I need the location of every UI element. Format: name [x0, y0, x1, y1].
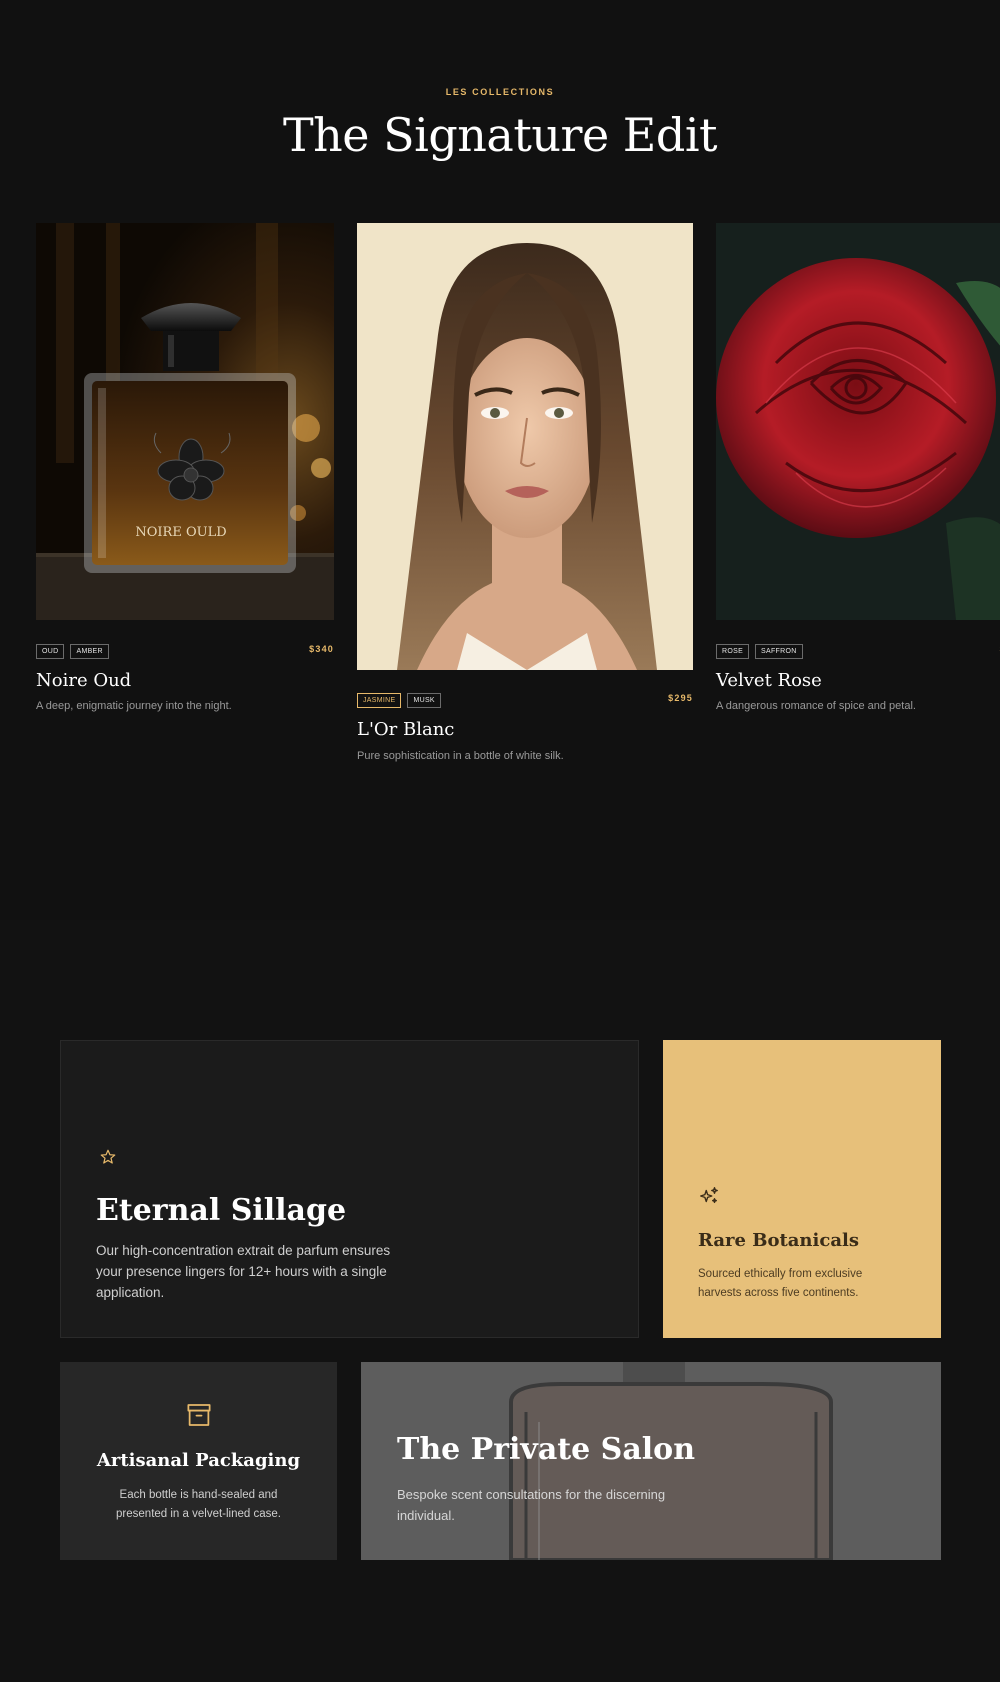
tag[interactable]: SAFFRON — [755, 644, 803, 659]
product-description: Pure sophistication in a bottle of white… — [357, 750, 564, 762]
archive-box-icon — [184, 1400, 214, 1435]
bottle-label: NOIRE OULD — [135, 525, 226, 540]
product-image-lor-blanc[interactable] — [357, 223, 693, 670]
star-icon — [99, 1148, 117, 1171]
product-name[interactable]: Velvet Rose — [716, 670, 822, 691]
product-tags: ROSE SAFFRON — [716, 644, 803, 659]
feature-card-sillage: Eternal Sillage Our high-concentration e… — [60, 1040, 639, 1338]
feature-title: Artisanal Packaging — [96, 1450, 301, 1471]
feature-card-salon[interactable]: The Private Salon Bespoke scent consulta… — [361, 1362, 941, 1560]
tag[interactable]: MUSK — [407, 693, 441, 708]
feature-title: Eternal Sillage — [96, 1193, 347, 1228]
section-eyebrow: LES COLLECTIONS — [445, 87, 555, 97]
product-tags: JASMINE MUSK — [357, 693, 441, 708]
product-price: $340 — [309, 644, 334, 654]
product-description: A dangerous romance of spice and petal. — [716, 700, 916, 712]
feature-card-packaging: Artisanal Packaging Each bottle is hand-… — [60, 1362, 337, 1560]
tag[interactable]: OUD — [36, 644, 65, 659]
product-description: A deep, enigmatic journey into the night… — [36, 700, 232, 712]
tag[interactable]: AMBER — [70, 644, 109, 659]
product-image-noire-oud[interactable]: NOIRE OULD — [36, 223, 334, 620]
feature-title: Rare Botanicals — [698, 1230, 859, 1251]
feature-text: Each bottle is hand-sealed and presented… — [116, 1489, 281, 1520]
feature-text: Sourced ethically from exclusive harvest… — [698, 1268, 863, 1299]
tag[interactable]: JASMINE — [357, 693, 402, 708]
feature-text: Our high-concentration extrait de parfum… — [96, 1243, 391, 1300]
feature-title: The Private Salon — [397, 1432, 696, 1467]
sparkles-icon — [698, 1185, 720, 1212]
section-title: The Signature Edit — [282, 108, 718, 162]
product-name[interactable]: Noire Oud — [36, 670, 131, 691]
product-price: $295 — [668, 693, 693, 703]
product-name[interactable]: L'Or Blanc — [357, 719, 454, 740]
feature-text: Bespoke scent consultations for the disc… — [397, 1487, 666, 1523]
product-tags: OUD AMBER — [36, 644, 109, 659]
feature-card-botanicals: Rare Botanicals Sourced ethically from e… — [663, 1040, 941, 1338]
product-image-velvet-rose[interactable] — [716, 223, 1000, 620]
tag[interactable]: ROSE — [716, 644, 750, 659]
